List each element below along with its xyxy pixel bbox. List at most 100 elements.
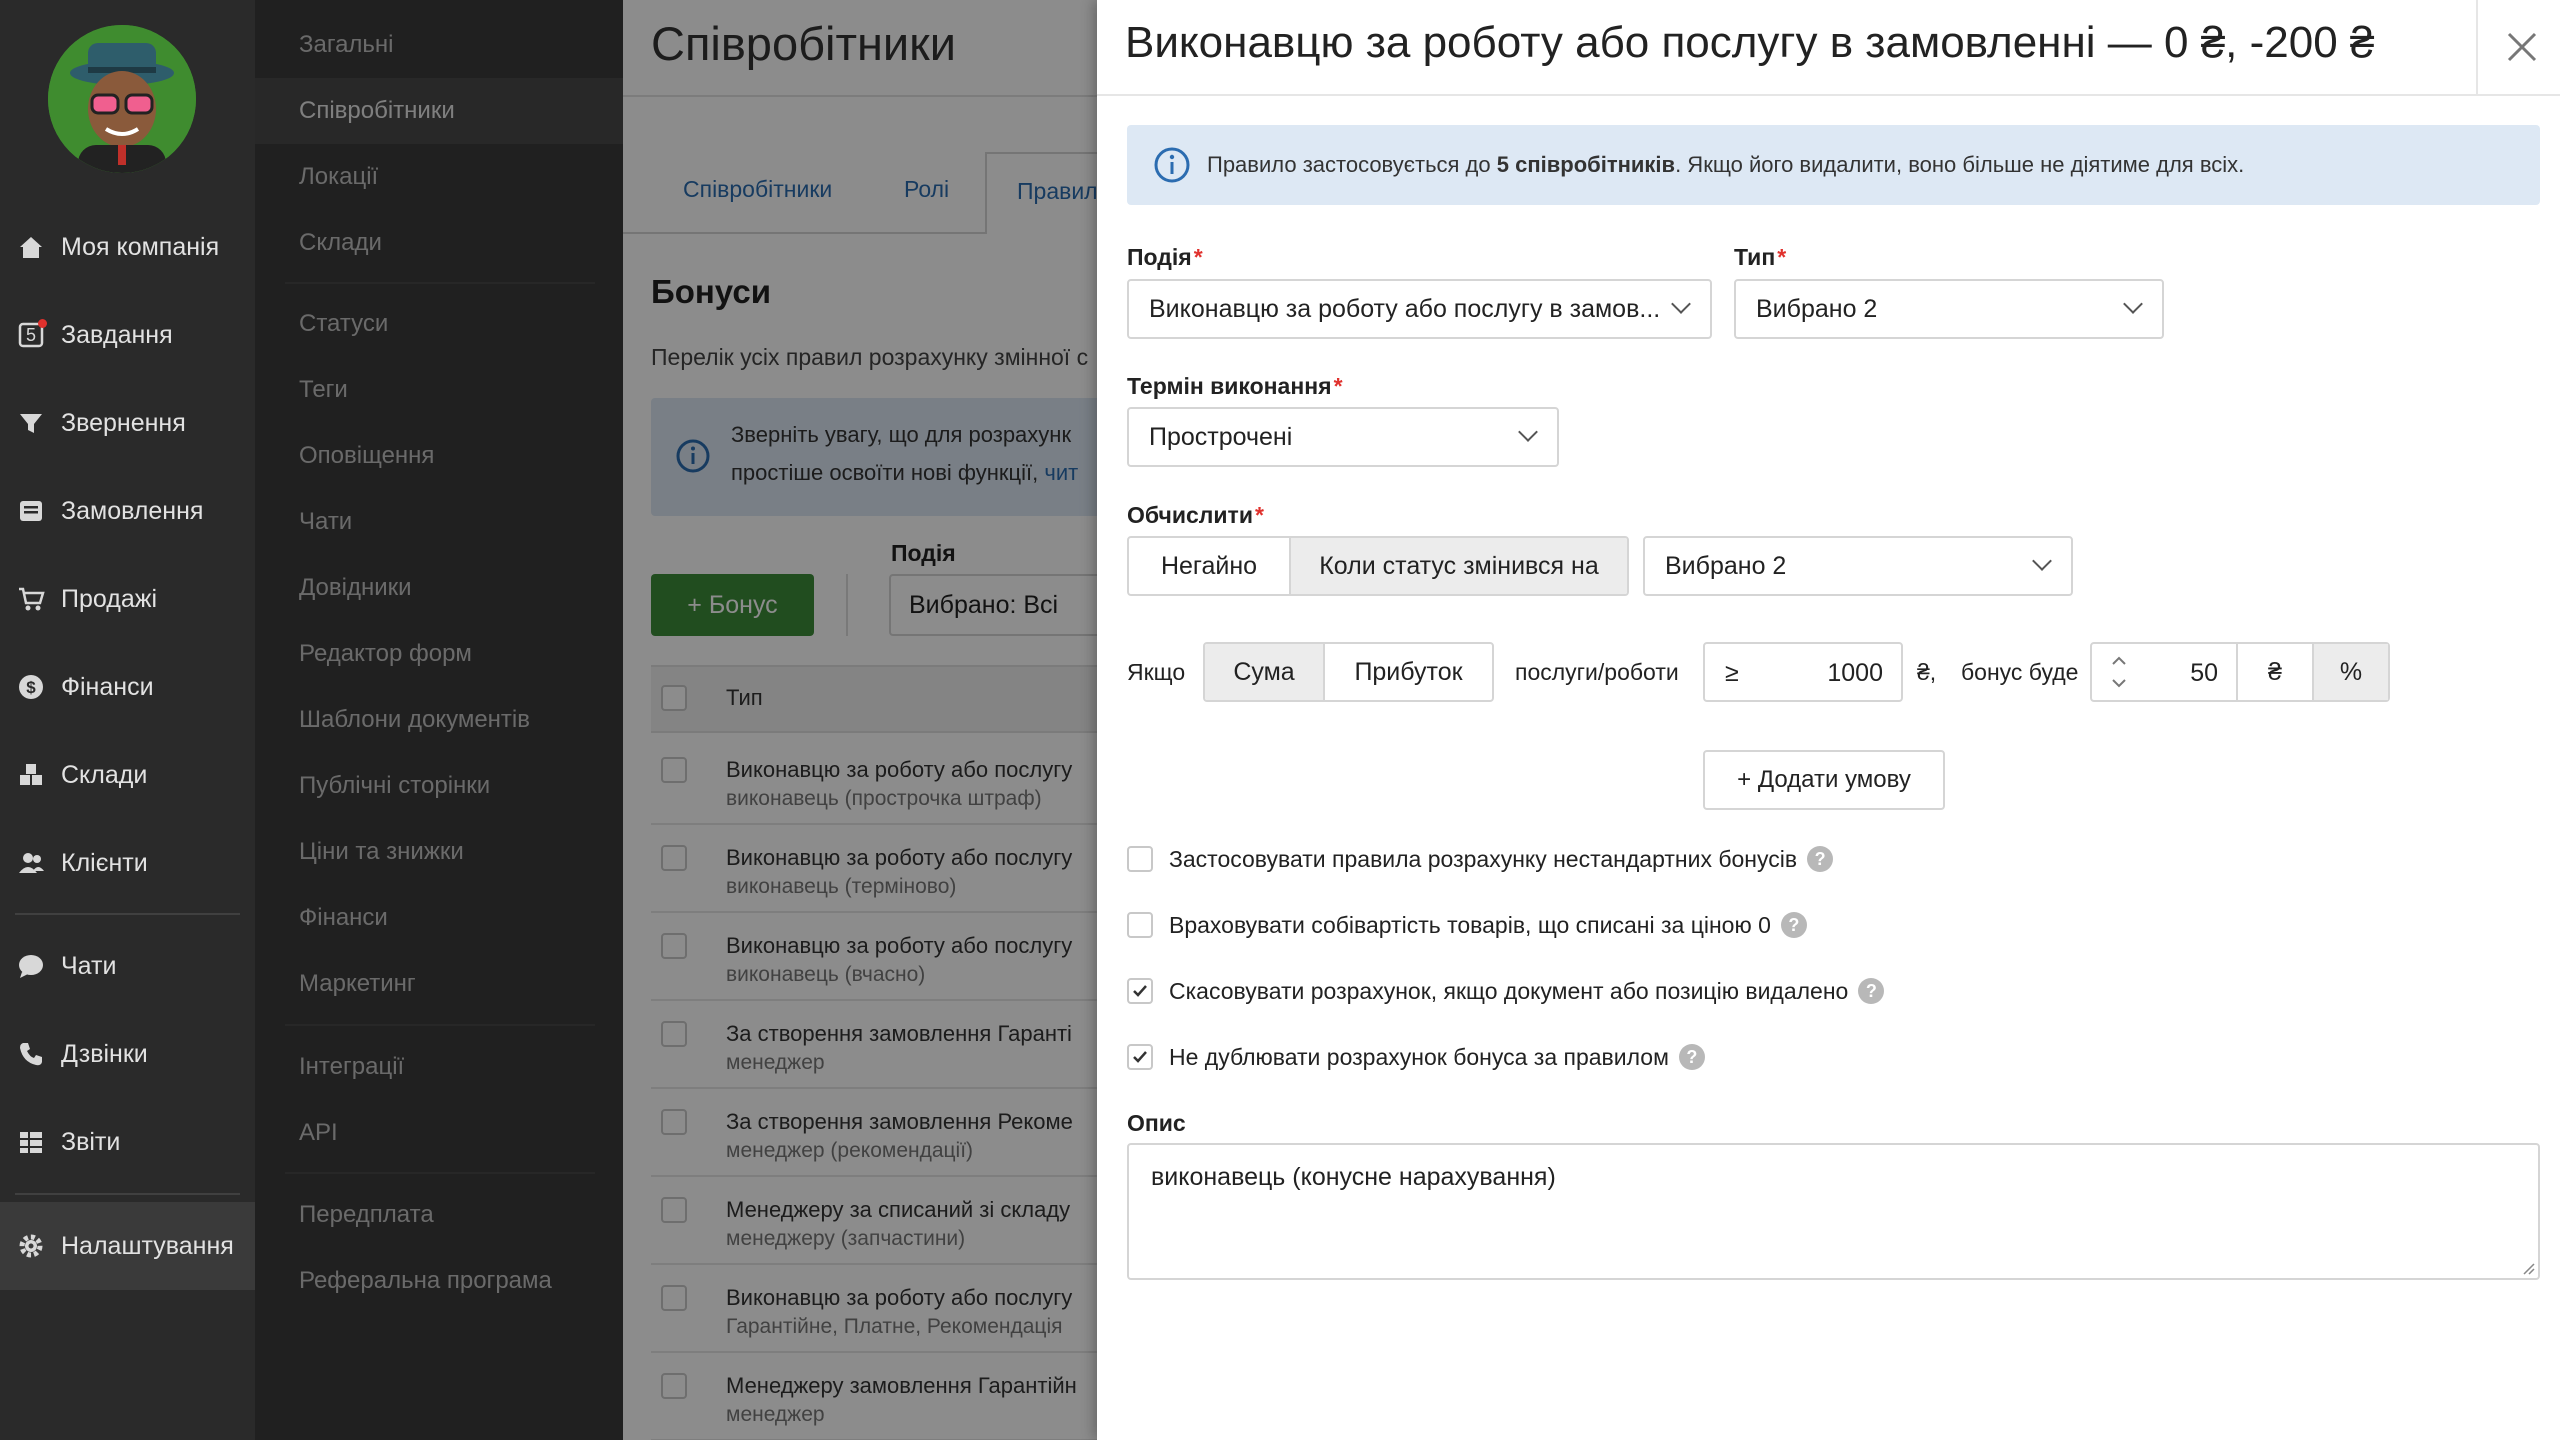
calc-option-status-changed[interactable]: Коли статус змінився на [1291, 538, 1627, 594]
unit-option-currency[interactable]: ₴ [2238, 644, 2314, 700]
metric-option-profit[interactable]: Прибуток [1325, 644, 1492, 700]
nav-item-calls[interactable]: Дзвінки [0, 1010, 255, 1098]
main-nav: Моя компанія 5 Завдання Звернення Замовл… [0, 0, 255, 1440]
nav-label: Звіти [61, 1127, 121, 1156]
amount-value: 1000 [1827, 659, 1883, 687]
funnel-icon [15, 407, 47, 439]
stepper-icon[interactable] [2110, 654, 2128, 690]
metric-toggle: Сума Прибуток [1203, 642, 1494, 702]
status-select[interactable]: Вибрано 2 [1643, 536, 2073, 596]
chat-icon [15, 950, 47, 982]
nav-item-company[interactable]: Моя компанія [0, 203, 255, 291]
checkbox-row-zero-cost: Враховувати собівартість товарів, що спи… [1127, 905, 1807, 945]
help-icon[interactable]: ? [1678, 1044, 1705, 1070]
nav-label: Склади [61, 760, 148, 789]
modal-overlay[interactable] [255, 0, 1100, 1440]
reports-icon [15, 1126, 47, 1158]
checkbox-row-cancel-on-delete: Скасовувати розрахунок, якщо документ аб… [1127, 971, 1885, 1011]
orders-icon [15, 495, 47, 527]
checkbox-row-no-duplicate: Не дублювати розрахунок бонуса за правил… [1127, 1037, 1705, 1077]
resize-handle-icon[interactable] [2521, 1261, 2535, 1275]
chevron-down-icon [2032, 551, 2052, 571]
bonus-label: бонус буде [1961, 659, 2079, 685]
event-select[interactable]: Виконавцю за роботу або послугу в замов.… [1127, 279, 1712, 339]
close-icon[interactable] [2497, 22, 2547, 72]
nav-item-chats[interactable]: Чати [0, 922, 255, 1010]
home-icon [15, 231, 47, 263]
nav-label: Звернення [61, 408, 186, 437]
amount-input[interactable]: ≥ 1000 [1703, 642, 1903, 702]
nav-label: Фінанси [61, 672, 154, 701]
info-text: Правило застосовується до 5 співробітник… [1207, 152, 2245, 177]
bonus-value: 50 [2190, 659, 2218, 687]
operator-symbol: ≥ [1725, 659, 1739, 687]
nav-item-clients[interactable]: Клієнти [0, 819, 255, 907]
title-divider [2476, 0, 2478, 94]
bonus-value-input[interactable]: 50 [2092, 644, 2238, 700]
calc-option-immediately[interactable]: Негайно [1129, 538, 1291, 594]
nav-label: Замовлення [61, 496, 204, 525]
info-banner: Правило застосовується до 5 співробітник… [1127, 125, 2540, 205]
chevron-down-icon [2123, 294, 2143, 314]
nav-item-sales[interactable]: Продажі [0, 555, 255, 643]
unit-option-percent[interactable]: % [2314, 644, 2388, 700]
chevron-down-icon [1518, 422, 1538, 442]
info-icon [1154, 147, 1190, 183]
checkbox-label: Враховувати собівартість товарів, що спи… [1169, 911, 1771, 938]
drawer-title: Виконавцю за роботу або послугу в замовл… [1125, 18, 2375, 67]
type-select[interactable]: Вибрано 2 [1734, 279, 2164, 339]
nav-item-finance[interactable]: $ Фінанси [0, 643, 255, 731]
help-icon[interactable]: ? [1858, 978, 1885, 1004]
checkbox-no-duplicate[interactable] [1127, 1044, 1153, 1070]
svg-text:$: $ [26, 678, 36, 697]
description-textarea[interactable]: виконавець (конусне нарахування) [1127, 1143, 2540, 1280]
nav-item-orders[interactable]: Замовлення [0, 467, 255, 555]
nav-label: Завдання [61, 320, 173, 349]
chevron-down-icon [1671, 294, 1691, 314]
avatar[interactable] [48, 25, 196, 173]
clients-icon [15, 847, 47, 879]
nav-item-reports[interactable]: Звіти [0, 1098, 255, 1186]
checkbox-row-custom-rules: Застосовувати правила розрахунку нестанд… [1127, 839, 1834, 879]
description-label: Опис [1127, 1110, 1186, 1136]
currency-label: ₴, [1917, 659, 1937, 685]
checkbox-label: Скасовувати розрахунок, якщо документ аб… [1169, 977, 1849, 1004]
calculate-label: Обчислити* [1127, 502, 1264, 528]
cart-icon [15, 583, 47, 615]
checkmark-icon [1133, 985, 1147, 997]
term-select[interactable]: Прострочені [1127, 407, 1559, 467]
nav-item-requests[interactable]: Звернення [0, 379, 255, 467]
nav-label: Дзвінки [61, 1039, 148, 1068]
event-label: Подія* [1127, 244, 1203, 270]
checkbox-zero-cost[interactable] [1127, 912, 1153, 938]
checkbox-custom-rules[interactable] [1127, 846, 1153, 872]
nav-divider [15, 1193, 240, 1195]
nav-item-tasks[interactable]: 5 Завдання [0, 291, 255, 379]
drawer-header-divider [1097, 94, 2560, 96]
phone-icon [15, 1038, 47, 1070]
nav-item-warehouses[interactable]: Склади [0, 731, 255, 819]
service-label: послуги/роботи [1515, 659, 1679, 685]
checkmark-icon [1133, 1051, 1147, 1063]
nav-divider [15, 913, 240, 915]
gear-icon [15, 1230, 47, 1262]
warehouse-icon [15, 759, 47, 791]
nav-label: Продажі [61, 584, 157, 613]
metric-option-sum[interactable]: Сума [1205, 644, 1325, 700]
help-icon[interactable]: ? [1807, 846, 1834, 872]
checkbox-cancel-on-delete[interactable] [1127, 978, 1153, 1004]
bonus-rule-drawer: Виконавцю за роботу або послугу в замовл… [1097, 0, 2560, 1440]
checkbox-label: Застосовувати правила розрахунку нестанд… [1169, 845, 1798, 872]
type-label: Тип* [1734, 244, 1787, 270]
nav-label: Клієнти [61, 848, 148, 877]
nav-label: Налаштування [61, 1231, 234, 1260]
term-label: Термін виконання* [1127, 373, 1343, 399]
help-icon[interactable]: ? [1780, 912, 1807, 938]
notification-dot [38, 319, 47, 328]
description-value: виконавець (конусне нарахування) [1151, 1163, 1556, 1191]
calculate-toggle: Негайно Коли статус змінився на [1127, 536, 1629, 596]
nav-item-settings[interactable]: Налаштування [0, 1202, 255, 1290]
add-condition-button[interactable]: + Додати умову [1703, 750, 1945, 810]
checkbox-label: Не дублювати розрахунок бонуса за правил… [1169, 1043, 1669, 1070]
dollar-icon: $ [15, 671, 47, 703]
